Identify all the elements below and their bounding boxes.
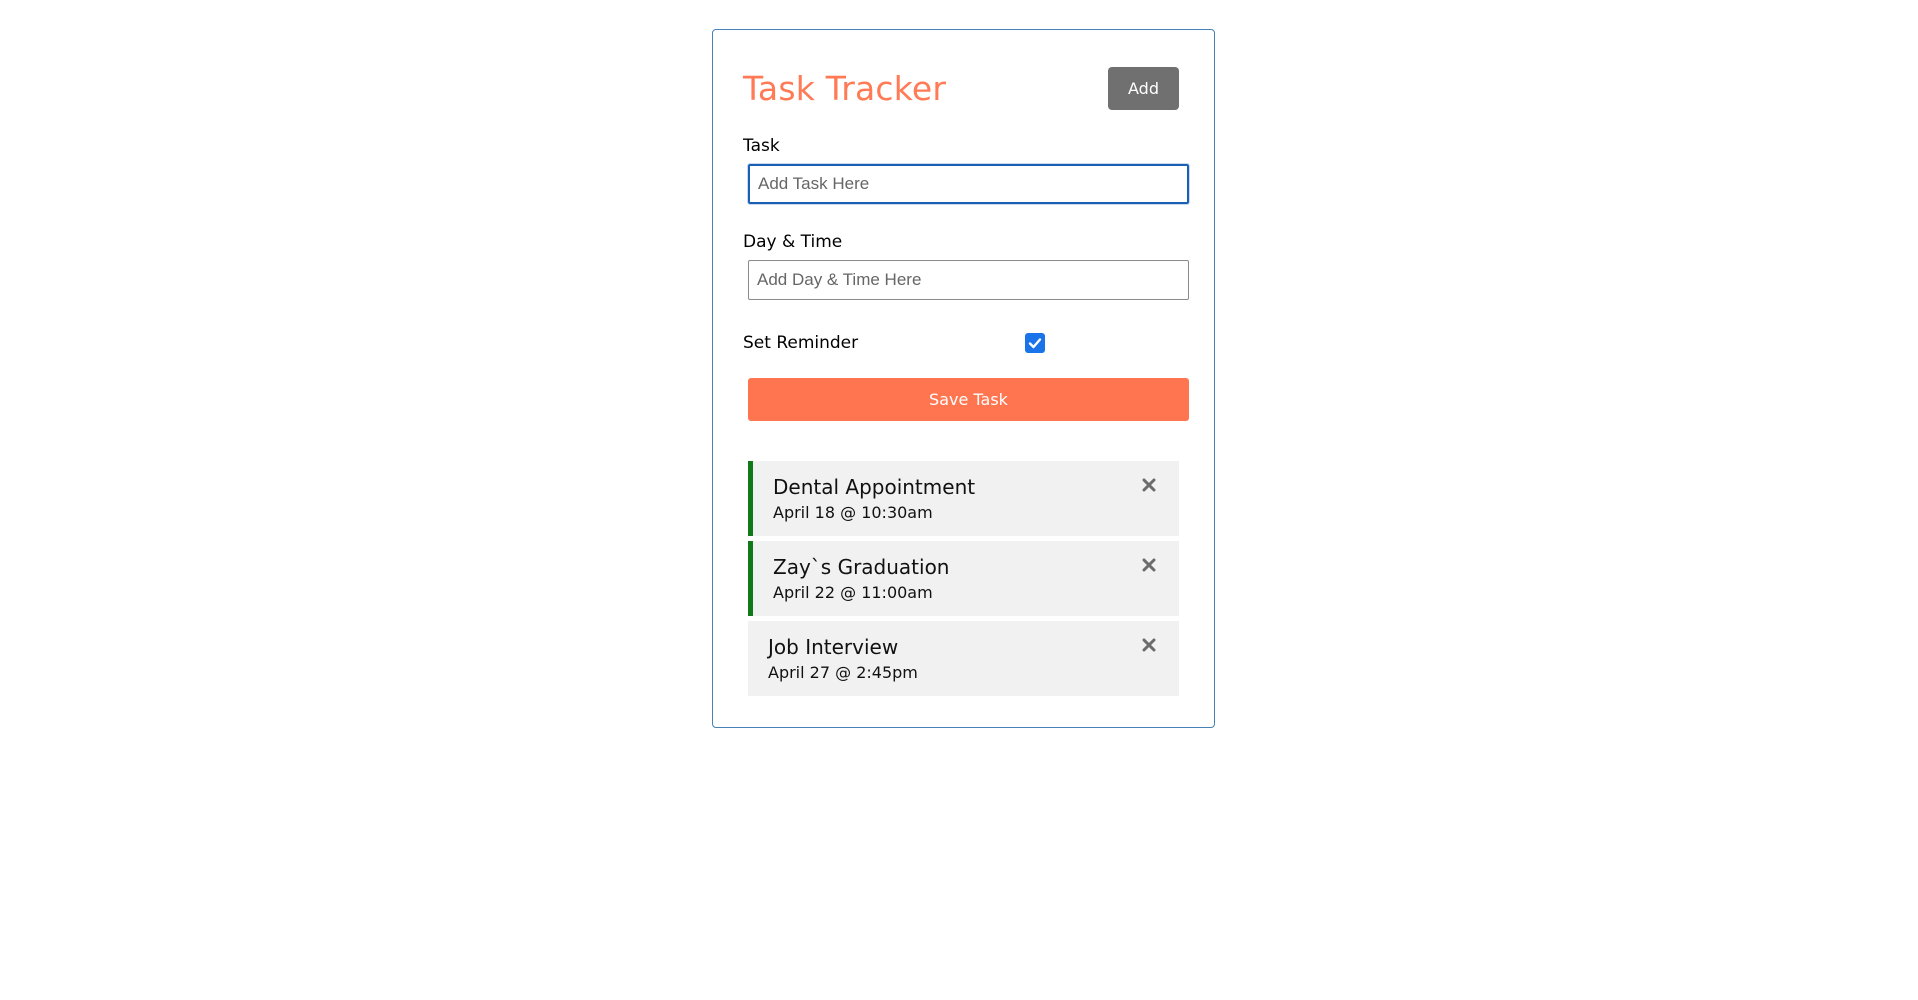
task-tracker-container: Task Tracker Add Task Day & Time Set Rem… <box>712 29 1215 728</box>
add-button[interactable]: Add <box>1108 66 1179 110</box>
task-item[interactable]: Zay`s Graduation April 22 @ 11:00am <box>748 541 1179 616</box>
task-day-time: April 18 @ 10:30am <box>773 503 933 522</box>
task-day-time: April 27 @ 2:45pm <box>768 663 918 682</box>
day-time-label: Day & Time <box>743 232 843 252</box>
close-icon[interactable] <box>1141 477 1157 493</box>
close-icon[interactable] <box>1141 637 1157 653</box>
reminder-row: Set Reminder <box>743 330 1184 356</box>
task-input[interactable] <box>747 163 1190 205</box>
task-item[interactable]: Dental Appointment April 18 @ 10:30am <box>748 461 1179 536</box>
task-title: Zay`s Graduation <box>773 555 950 579</box>
page-title: Task Tracker <box>743 68 947 108</box>
day-field-group: Day & Time <box>743 232 1189 300</box>
day-time-input[interactable] <box>748 260 1189 300</box>
task-title: Job Interview <box>768 635 899 659</box>
task-label: Task <box>743 136 780 156</box>
close-icon[interactable] <box>1141 557 1157 573</box>
task-list: Dental Appointment April 18 @ 10:30am Za… <box>748 461 1179 696</box>
task-field-group: Task <box>743 136 1190 205</box>
reminder-checkbox[interactable] <box>1025 333 1045 353</box>
save-task-button[interactable]: Save Task <box>748 378 1189 421</box>
add-task-form: Task Day & Time Set Reminder Save Task <box>743 136 1190 421</box>
header: Task Tracker Add <box>743 66 1184 110</box>
checkmark-icon <box>1028 338 1042 349</box>
task-title: Dental Appointment <box>773 475 976 499</box>
task-day-time: April 22 @ 11:00am <box>773 583 933 602</box>
task-item[interactable]: Job Interview April 27 @ 2:45pm <box>748 621 1179 696</box>
reminder-label: Set Reminder <box>743 333 859 353</box>
